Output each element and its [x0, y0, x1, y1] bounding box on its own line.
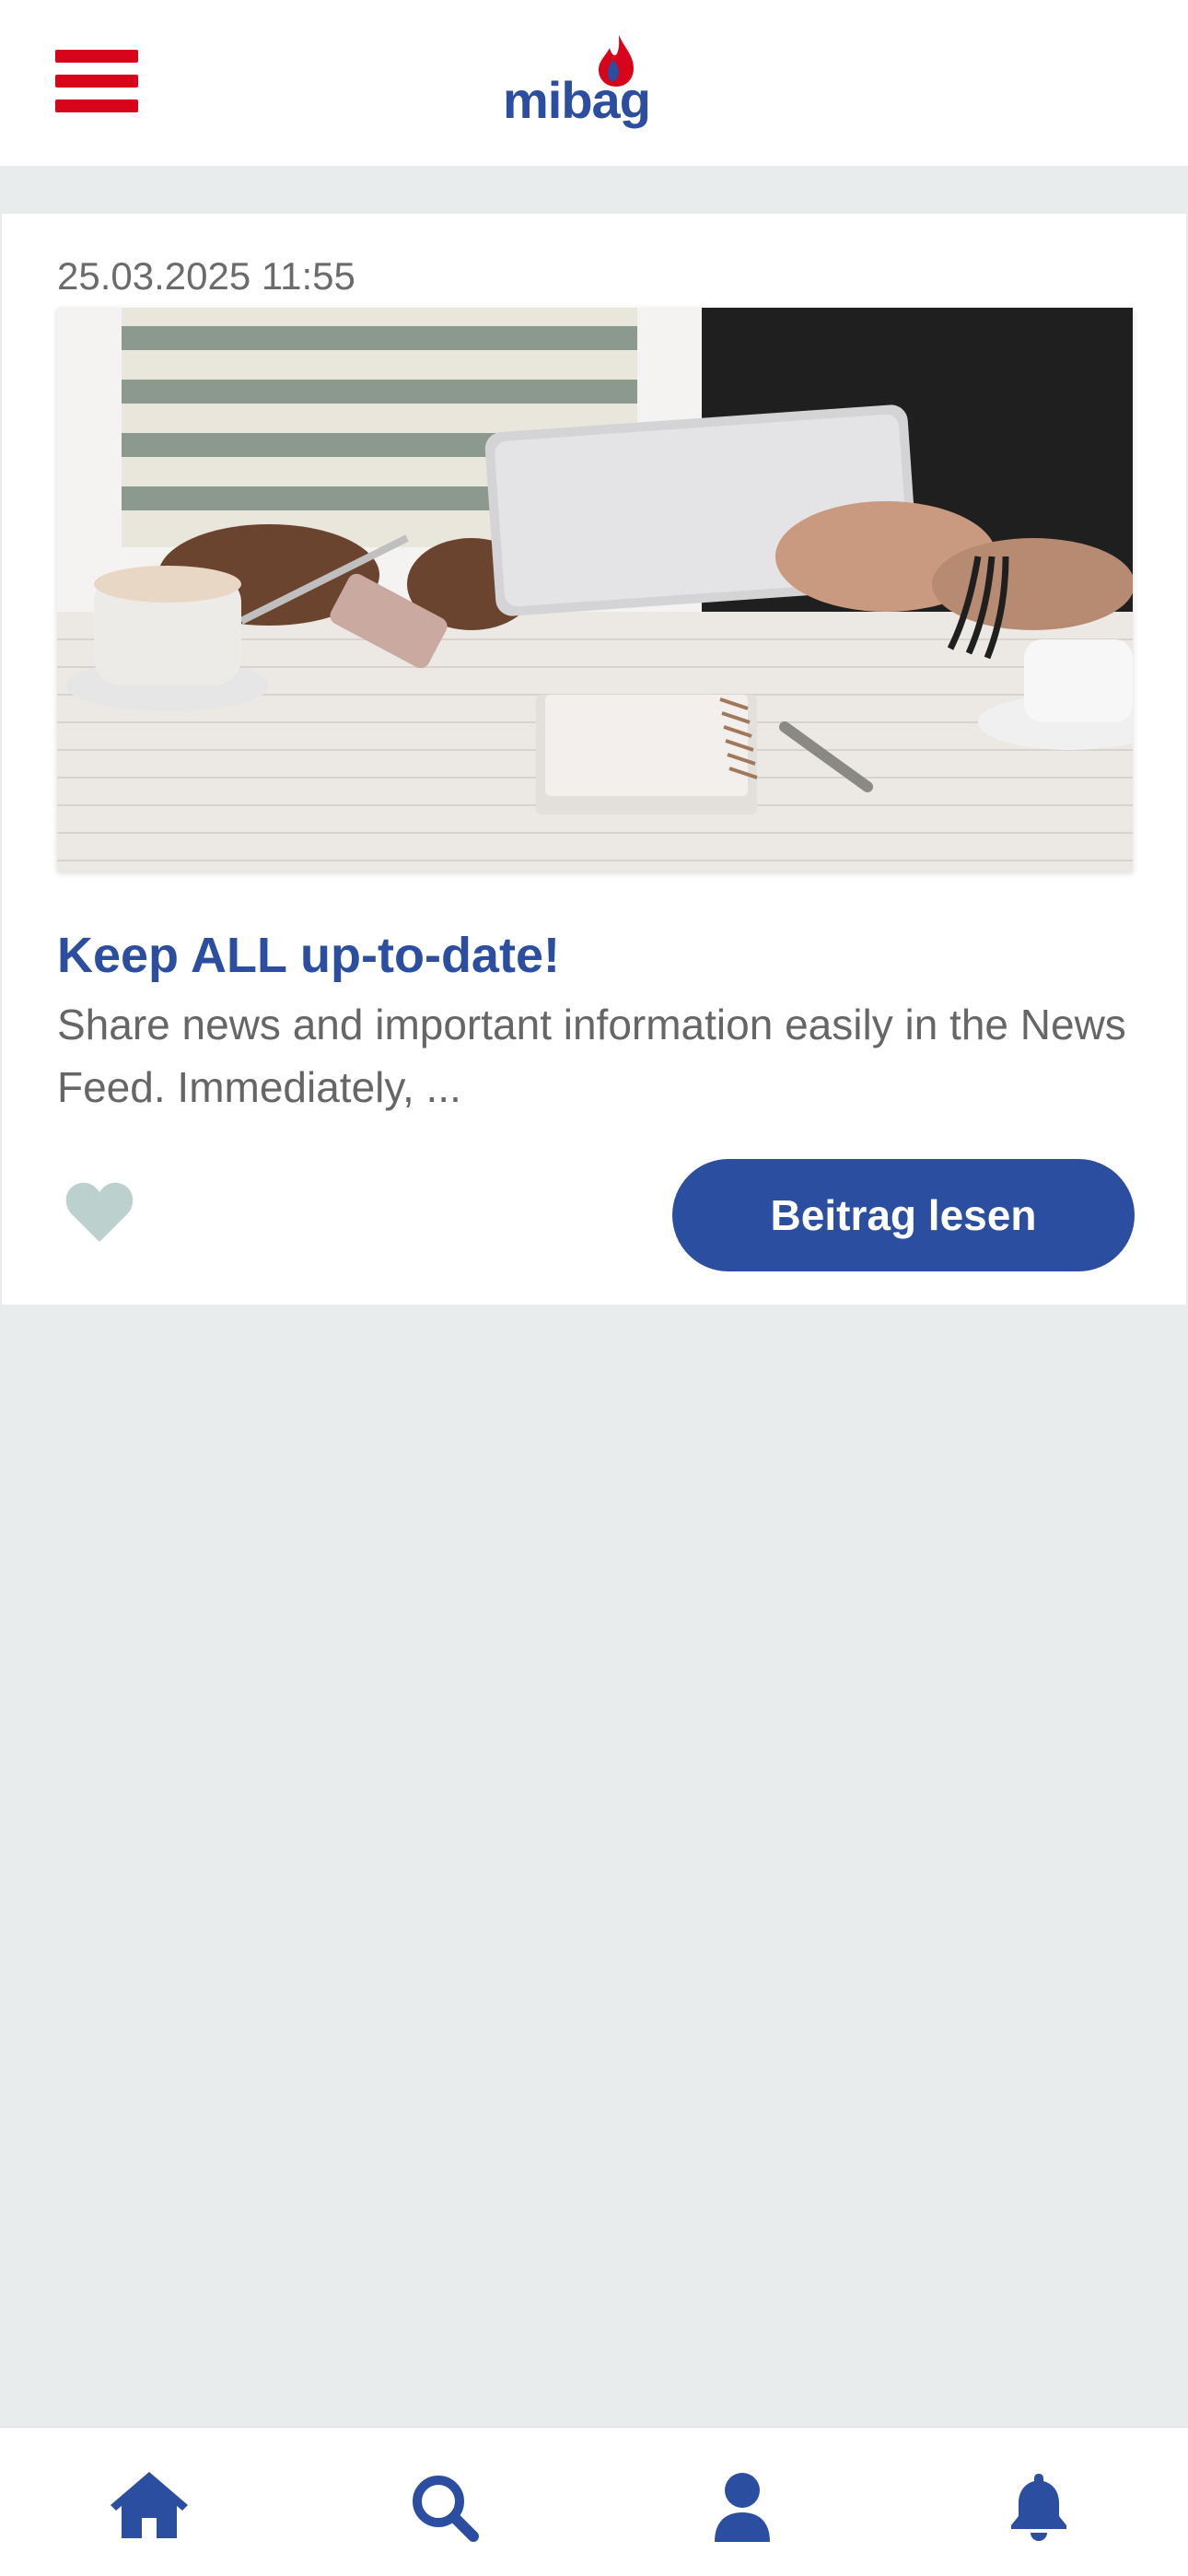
heart-icon[interactable] — [64, 1181, 134, 1244]
post-image-illustration — [57, 308, 1133, 872]
app-root: mibag 25.03.2025 11:55 Keep ALL up-to-da… — [0, 0, 1188, 2576]
post-date: 25.03.2025 11:55 — [57, 254, 355, 298]
read-post-button[interactable]: Beitrag lesen — [672, 1159, 1135, 1271]
bell-icon[interactable] — [1000, 2472, 1077, 2542]
home-icon[interactable] — [111, 2472, 188, 2542]
mibag-logo[interactable]: mibag — [497, 35, 651, 131]
search-icon[interactable] — [407, 2472, 484, 2542]
bottom-navigation — [0, 2427, 1188, 2576]
app-header: mibag — [0, 0, 1188, 166]
post-excerpt: Share news and important information eas… — [57, 1001, 1126, 1111]
hamburger-menu-icon[interactable] — [55, 48, 138, 114]
user-icon[interactable] — [704, 2472, 781, 2542]
post-title[interactable]: Keep ALL up-to-date! — [57, 927, 560, 984]
menu-bar — [55, 50, 138, 63]
menu-bar — [55, 75, 138, 88]
post-image — [57, 308, 1133, 872]
menu-bar — [55, 100, 138, 112]
news-card[interactable]: 25.03.2025 11:55 Keep ALL up-to-date! Sh… — [2, 214, 1186, 1305]
logo-text: mibag — [503, 71, 651, 129]
